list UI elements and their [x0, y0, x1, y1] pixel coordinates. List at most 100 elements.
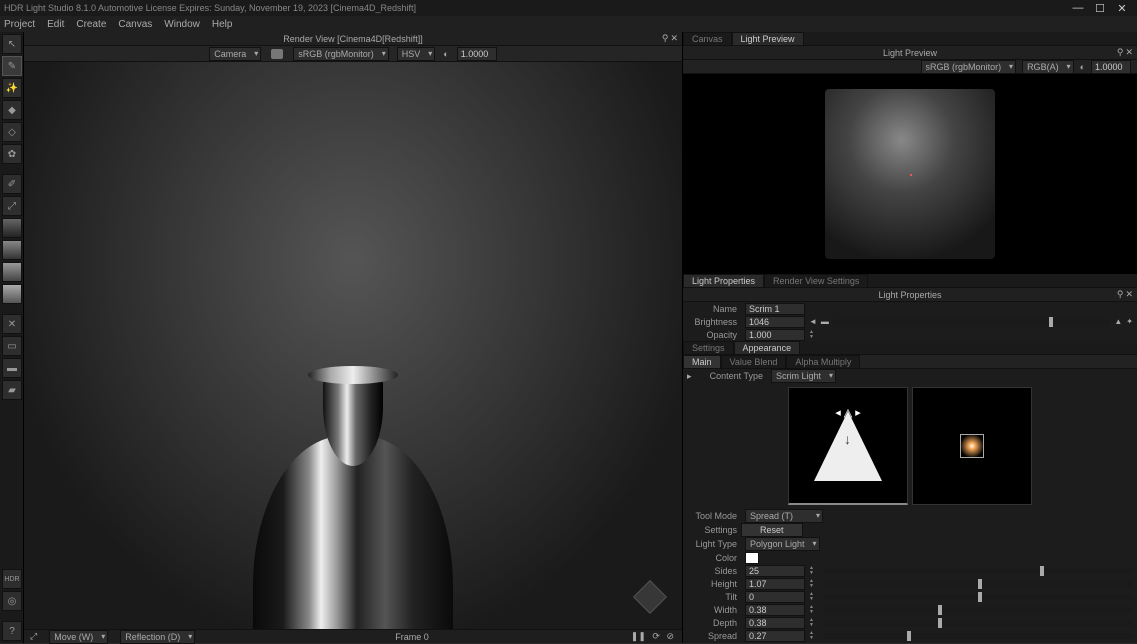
brightness-max-icon[interactable]: ✦ — [1126, 317, 1133, 326]
menu-help[interactable]: Help — [212, 19, 233, 30]
brightness-slider[interactable] — [833, 319, 1110, 325]
pause-icon[interactable]: ❚❚ — [631, 631, 646, 641]
width-slider[interactable] — [823, 607, 1133, 613]
expand-icon[interactable]: ⤢ — [30, 631, 37, 642]
close-button[interactable]: ✕ — [1111, 2, 1133, 15]
color-swatch[interactable] — [745, 552, 759, 564]
arrow-tool-icon[interactable]: ↖ — [2, 34, 22, 54]
light-type-dropdown[interactable]: Polygon Light — [745, 537, 820, 551]
minimize-button[interactable]: — — [1067, 2, 1089, 15]
height-input[interactable]: 1.07 — [745, 578, 805, 590]
expand-icon[interactable]: ▸ — [687, 371, 697, 382]
tilt-spinner[interactable]: ▲▼ — [809, 592, 819, 602]
panel-close-icon[interactable]: ✕ — [1125, 289, 1133, 300]
tab-appearance[interactable]: Appearance — [734, 341, 801, 354]
preview-alpha-dropdown[interactable]: RGB(A) — [1022, 60, 1074, 74]
pen-tool-icon[interactable]: ✐ — [2, 174, 22, 194]
help-icon[interactable]: ? — [2, 621, 22, 641]
gradient1-icon[interactable] — [2, 218, 22, 238]
panel-close-icon[interactable]: ✕ — [1125, 47, 1133, 58]
width-spinner[interactable]: ▲▼ — [809, 605, 819, 615]
tool-mode-dropdown[interactable]: Spread (T) — [745, 509, 823, 523]
depth-label: Depth — [687, 618, 737, 628]
menu-project[interactable]: Project — [4, 19, 35, 30]
sides-slider[interactable] — [823, 568, 1133, 574]
gradient3-icon[interactable] — [2, 262, 22, 282]
camera-dropdown[interactable]: Camera — [209, 47, 261, 61]
brightness-mid-icon[interactable]: ▬ — [821, 317, 829, 326]
brush-tool-icon[interactable]: ✎ — [2, 56, 22, 76]
preview-colorspace-dropdown[interactable]: sRGB (rgbMonitor) — [921, 60, 1017, 74]
brightness-input[interactable]: 1046 — [745, 316, 805, 328]
shape1-tool-icon[interactable]: ◆ — [2, 100, 22, 120]
knife-tool-icon[interactable]: ▬ — [2, 358, 22, 378]
tab-canvas[interactable]: Canvas — [683, 32, 732, 45]
panel-close-icon[interactable]: ✕ — [670, 33, 678, 44]
menu-edit[interactable]: Edit — [47, 19, 64, 30]
camera-tool-icon[interactable]: ◎ — [2, 591, 22, 611]
depth-input[interactable]: 0.38 — [745, 617, 805, 629]
tab-value-blend[interactable]: Value Blend — [721, 355, 787, 368]
tab-light-properties[interactable]: Light Properties — [683, 274, 764, 287]
camera-icon[interactable] — [271, 49, 283, 59]
tab-light-preview[interactable]: Light Preview — [732, 32, 804, 45]
exposure-icon[interactable]: ◐ — [1080, 62, 1085, 72]
preview-exposure-input[interactable]: 1.0000 — [1091, 60, 1131, 74]
render-viewport[interactable] — [24, 62, 682, 629]
opacity-input[interactable]: 1.000 — [745, 329, 805, 341]
opacity-spinner[interactable]: ▲▼ — [809, 330, 819, 340]
reset-button[interactable]: Reset — [741, 523, 803, 537]
gear-tool-icon[interactable]: ✿ — [2, 144, 22, 164]
wand-tool-icon[interactable]: ✨ — [2, 78, 22, 98]
sides-input[interactable]: 25 — [745, 565, 805, 577]
tilt-slider[interactable] — [823, 594, 1133, 600]
content-type-label: Content Type — [701, 371, 763, 381]
fill-tool-icon[interactable]: ▰ — [2, 380, 22, 400]
depth-slider[interactable] — [823, 620, 1133, 626]
exposure-icon[interactable]: ◐ — [443, 49, 448, 59]
tab-settings[interactable]: Settings — [683, 341, 734, 354]
refresh-icon[interactable]: ⟳ — [652, 631, 660, 641]
brightness-down-icon[interactable]: ◄ — [809, 317, 817, 326]
depth-spinner[interactable]: ▲▼ — [809, 618, 819, 628]
menu-window[interactable]: Window — [164, 19, 200, 30]
point-preview[interactable] — [912, 387, 1032, 505]
scrim-preview[interactable]: ◂ △ ▸ ↓ — [788, 387, 908, 505]
tab-main[interactable]: Main — [683, 355, 721, 368]
hdr-badge[interactable]: HDR — [2, 569, 22, 589]
maximize-button[interactable]: ☐ — [1089, 2, 1111, 15]
tool-mode-dropdown[interactable]: Move (W) — [49, 630, 108, 644]
menu-create[interactable]: Create — [76, 19, 106, 30]
name-input[interactable]: Scrim 1 — [745, 303, 805, 315]
gradient4-icon[interactable] — [2, 284, 22, 304]
brightness-up-icon[interactable]: ▲ — [1114, 317, 1122, 326]
pin-icon[interactable]: ⚲ — [662, 33, 669, 44]
colorspace-dropdown[interactable]: sRGB (rgbMonitor) — [293, 47, 389, 61]
reflect-mode-dropdown[interactable]: Reflection (D) — [120, 630, 195, 644]
expand-tool-icon[interactable]: ⤢ — [2, 196, 22, 216]
spread-spinner[interactable]: ▲▼ — [809, 631, 819, 641]
spread-slider[interactable] — [823, 633, 1133, 639]
rect-tool-icon[interactable]: ▭ — [2, 336, 22, 356]
pin-icon[interactable]: ⚲ — [1117, 289, 1124, 300]
gradient2-icon[interactable] — [2, 240, 22, 260]
mode-dropdown[interactable]: HSV — [397, 47, 436, 61]
spread-input[interactable]: 0.27 — [745, 630, 805, 642]
height-slider[interactable] — [823, 581, 1133, 587]
tab-render-view-settings[interactable]: Render View Settings — [764, 274, 868, 287]
light-preview-viewport[interactable] — [683, 74, 1137, 274]
nav-cube-icon[interactable] — [633, 580, 667, 614]
shape2-tool-icon[interactable]: ◇ — [2, 122, 22, 142]
height-spinner[interactable]: ▲▼ — [809, 579, 819, 589]
menu-canvas[interactable]: Canvas — [118, 19, 152, 30]
sides-spinner[interactable]: ▲▼ — [809, 566, 819, 576]
tilt-input[interactable]: 0 — [745, 591, 805, 603]
stop-icon[interactable]: ⊘ — [666, 631, 674, 641]
pin-icon[interactable]: ⚲ — [1117, 47, 1124, 58]
tab-alpha-multiply[interactable]: Alpha Multiply — [786, 355, 860, 368]
width-input[interactable]: 0.38 — [745, 604, 805, 616]
tilt-label: Tilt — [687, 592, 737, 602]
delete-tool-icon[interactable]: ✕ — [2, 314, 22, 334]
content-type-dropdown[interactable]: Scrim Light — [771, 369, 836, 383]
exposure-input[interactable]: 1.0000 — [457, 47, 497, 61]
